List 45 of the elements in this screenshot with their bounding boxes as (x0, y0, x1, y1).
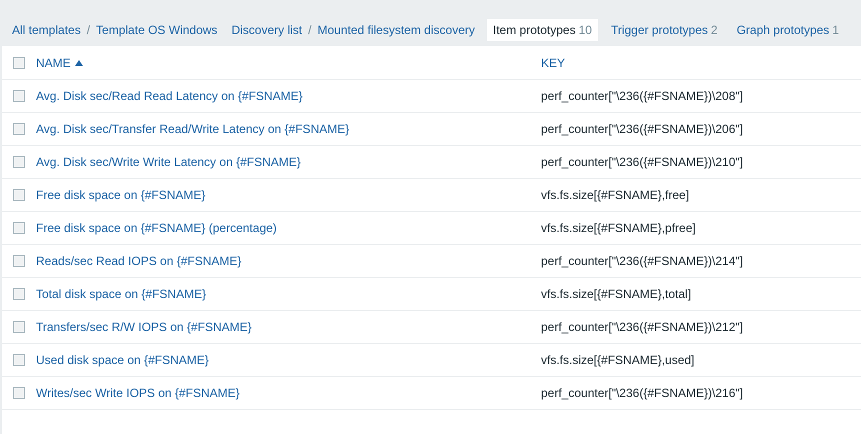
item-key: vfs.fs.size[{#FSNAME},free] (541, 186, 690, 204)
breadcrumb-link[interactable]: Discovery list (231, 21, 302, 39)
item-name-link[interactable]: Used disk space on {#FSNAME} (36, 353, 209, 367)
checkbox[interactable] (13, 90, 25, 102)
breadcrumb-link[interactable]: All templates (12, 21, 81, 39)
item-name-link[interactable]: Total disk space on {#FSNAME} (36, 287, 206, 301)
checkbox[interactable] (13, 354, 25, 366)
item-key: perf_counter["\236({#FSNAME})\208"] (541, 87, 743, 105)
item-name-link[interactable]: Free disk space on {#FSNAME} (percentage) (36, 221, 277, 235)
tab[interactable]: Trigger prototypes 2 (604, 19, 724, 41)
checkbox[interactable] (13, 321, 25, 333)
item-key: perf_counter["\236({#FSNAME})\216"] (541, 384, 743, 402)
count-label: 2 (710, 22, 718, 39)
item-name-link[interactable]: Transfers/sec R/W IOPS on {#FSNAME} (36, 320, 252, 334)
checkbox[interactable] (13, 56, 25, 68)
item-key: perf_counter["\236({#FSNAME})\212"] (541, 318, 743, 336)
breadcrumb-separator: / (86, 22, 92, 39)
item-name-link[interactable]: Avg. Disk sec/Write Write Latency on {#FSNAME} (36, 155, 301, 169)
item-name-link[interactable]: Reads/sec Read IOPS on {#FSNAME} (36, 254, 242, 268)
item-key: vfs.fs.size[{#FSNAME},pfree] (541, 219, 696, 237)
breadcrumb-link[interactable]: Mounted filesystem discovery (317, 21, 475, 39)
item-name-link[interactable]: Avg. Disk sec/Read Read Latency on {#FSNAME} (36, 89, 303, 103)
checkbox[interactable] (13, 189, 25, 201)
item-key: perf_counter["\236({#FSNAME})\206"] (541, 120, 743, 138)
tab[interactable]: Graph prototypes 1 (730, 19, 845, 41)
item-key: perf_counter["\236({#FSNAME})\214"] (541, 252, 743, 270)
item-name-link[interactable]: Free disk space on {#FSNAME} (36, 188, 206, 202)
breadcrumb-link[interactable]: Template OS Windows (96, 21, 218, 39)
count-label: 1 (832, 22, 839, 39)
checkbox[interactable] (13, 288, 25, 300)
checkbox[interactable] (13, 222, 25, 234)
item-name-link[interactable]: Writes/sec Write IOPS on {#FSNAME} (36, 386, 240, 400)
item-name-link[interactable]: Avg. Disk sec/Transfer Read/Write Latency on {#FSNAME} (36, 122, 350, 136)
count-label: 10 (578, 22, 592, 39)
item-key: vfs.fs.size[{#FSNAME},used] (541, 351, 694, 369)
breadcrumb-separator: / (307, 22, 312, 39)
checkbox[interactable] (13, 387, 25, 399)
checkbox[interactable] (13, 255, 25, 267)
item-key: vfs.fs.size[{#FSNAME},total] (541, 285, 692, 303)
column-header[interactable]: NAME (36, 54, 541, 72)
checkbox[interactable] (13, 123, 25, 135)
checkbox[interactable] (13, 156, 25, 168)
item-key: perf_counter["\236({#FSNAME})\210"] (541, 153, 743, 171)
tab[interactable]: Item prototypes 10 (486, 19, 598, 41)
column-header[interactable]: KEY (541, 54, 566, 72)
